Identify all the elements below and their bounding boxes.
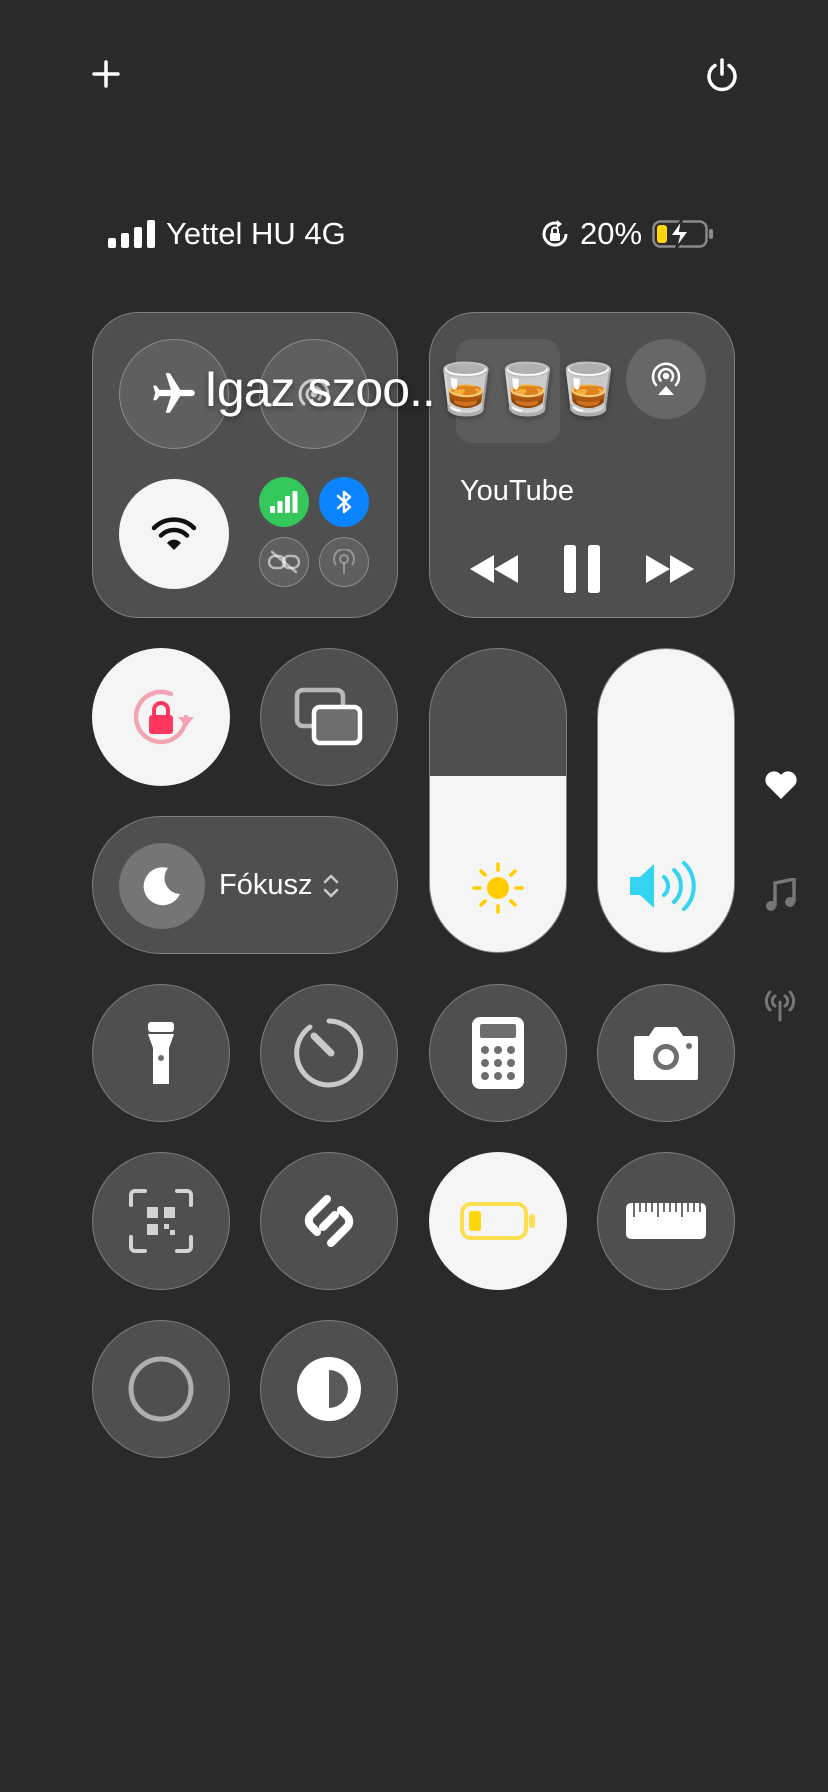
bluetooth-icon	[334, 488, 354, 516]
airplay-button[interactable]	[626, 339, 706, 419]
airplay-icon	[647, 361, 685, 397]
sun-icon	[430, 860, 566, 916]
connectivity-module	[92, 312, 398, 618]
hotspot-button[interactable]	[319, 537, 369, 587]
qr-code-icon	[129, 1189, 193, 1253]
measure-button[interactable]	[597, 1152, 735, 1290]
media-source: YouTube	[460, 475, 574, 507]
hotspot-icon	[331, 549, 357, 575]
rewind-button[interactable]	[468, 547, 520, 591]
shazam-button[interactable]	[260, 1152, 398, 1290]
add-control-button[interactable]	[86, 54, 126, 94]
wifi-icon	[151, 516, 197, 552]
timer-button[interactable]	[260, 984, 398, 1122]
carrier-label: Yettel HU 4G	[166, 216, 346, 251]
record-icon	[127, 1355, 195, 1423]
focus-button[interactable]: Fókusz	[92, 816, 398, 954]
battery-charging-icon	[652, 219, 714, 249]
fast-forward-icon	[646, 555, 694, 583]
screen-recording-button[interactable]	[92, 1320, 230, 1458]
focus-label-group: Fókusz	[219, 869, 340, 902]
antenna-icon	[762, 988, 798, 1022]
moon-icon	[140, 864, 184, 908]
signal-icon	[108, 220, 156, 248]
calculator-icon	[472, 1017, 524, 1089]
volume-slider[interactable]	[597, 648, 735, 953]
focus-label: Fókusz	[219, 869, 313, 901]
vpn-link-icon	[267, 550, 301, 574]
focus-icon-circle	[119, 843, 205, 929]
battery-low-power-icon	[459, 1201, 537, 1241]
screen-mirroring-button[interactable]	[260, 648, 398, 786]
music-icon	[764, 878, 796, 914]
fast-forward-button[interactable]	[644, 547, 696, 591]
screen-mirroring-icon	[294, 687, 364, 747]
heart-icon	[764, 770, 798, 800]
dark-mode-button[interactable]	[260, 1320, 398, 1458]
rewind-icon	[470, 555, 518, 583]
cellular-icon	[270, 491, 298, 513]
flashlight-button[interactable]	[92, 984, 230, 1122]
battery-percent: 20%	[580, 216, 643, 251]
rotation-lock-icon	[123, 679, 199, 755]
wifi-button[interactable]	[119, 479, 229, 589]
chevron-up-down-icon	[322, 872, 340, 900]
vpn-button[interactable]	[259, 537, 309, 587]
timer-icon	[294, 1018, 364, 1088]
power-button[interactable]	[701, 54, 743, 96]
rotation-lock-status-icon	[540, 219, 570, 249]
camera-icon	[632, 1026, 700, 1080]
status-carrier: Yettel HU 4G	[108, 214, 346, 254]
power-icon	[704, 57, 740, 93]
status-battery: 20%	[540, 214, 714, 254]
media-title: Igaz szoo..🥃🥃🥃	[204, 361, 620, 417]
plus-icon	[91, 59, 121, 89]
calculator-button[interactable]	[429, 984, 567, 1122]
pause-button[interactable]	[560, 541, 604, 597]
dark-mode-icon	[296, 1356, 362, 1422]
airplane-icon	[149, 369, 199, 419]
bluetooth-button[interactable]	[319, 477, 369, 527]
camera-button[interactable]	[597, 984, 735, 1122]
speaker-icon	[598, 860, 734, 912]
brightness-slider[interactable]	[429, 648, 567, 953]
pause-icon	[564, 545, 600, 593]
screen-rotation-lock-button[interactable]	[92, 648, 230, 786]
now-playing-module[interactable]: YouTube	[429, 312, 735, 618]
flashlight-icon	[144, 1020, 178, 1086]
shazam-icon	[297, 1189, 361, 1253]
ruler-icon	[626, 1203, 706, 1239]
cellular-data-button[interactable]	[259, 477, 309, 527]
low-power-mode-button[interactable]	[429, 1152, 567, 1290]
code-scanner-button[interactable]	[92, 1152, 230, 1290]
